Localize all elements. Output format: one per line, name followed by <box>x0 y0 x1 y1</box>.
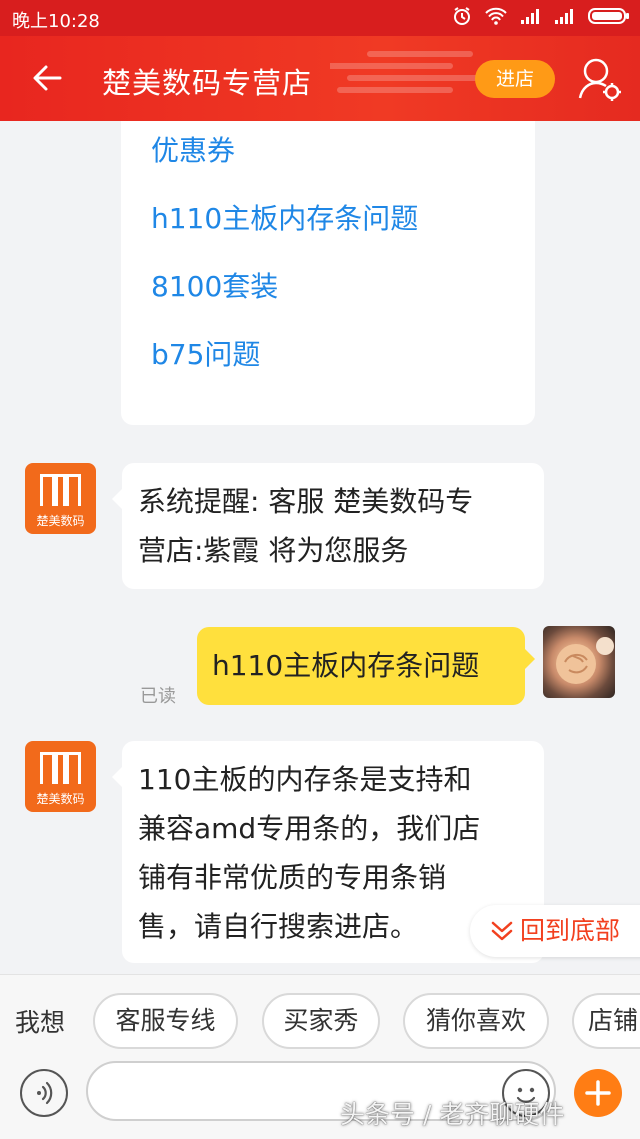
chip-guess-you-like[interactable]: 猜你喜欢 <box>403 993 549 1049</box>
back-arrow-icon[interactable] <box>30 58 70 98</box>
voice-icon <box>37 1081 53 1105</box>
user-avatar[interactable] <box>543 626 615 698</box>
alarm-icon <box>454 7 470 25</box>
shop-logo-icon <box>40 752 81 784</box>
quick-link-coupon[interactable]: 优惠券 <box>151 129 235 169</box>
reply-message-line: 铺有非常优质的专用条销 <box>138 861 447 894</box>
system-message-line: 营店:紫霞 将为您服务 <box>138 534 409 567</box>
wish-label: 我想 <box>15 1008 66 1037</box>
quick-question-card: 优惠券 h110主板内存条问题 8100套装 b75问题 <box>121 121 535 425</box>
user-message-bubble: h110主板内存条问题 <box>197 627 535 705</box>
quick-link-8100[interactable]: 8100套装 <box>151 265 278 305</box>
rose-photo <box>556 637 614 684</box>
read-status: 已读 <box>140 686 176 707</box>
reply-message-line: 兼容amd专用条的，我们店 <box>138 812 481 845</box>
double-chevron-down-icon <box>491 921 513 941</box>
shop-avatar[interactable]: 楚美数码 <box>25 741 96 812</box>
chip-buyer-show[interactable]: 买家秀 <box>262 993 380 1049</box>
shop-avatar[interactable]: 楚美数码 <box>25 463 96 534</box>
battery-icon <box>588 8 629 24</box>
watermark-text: 头条号 / 老齐聊硬件 <box>340 1100 565 1129</box>
voice-button[interactable] <box>20 1069 68 1117</box>
wifi-icon <box>485 7 507 25</box>
shop-avatar-brand: 楚美数码 <box>36 514 85 528</box>
decoration-pattern <box>330 51 490 93</box>
chat-area[interactable]: 优惠券 h110主板内存条问题 8100套装 b75问题 楚美数码 系统提醒: … <box>0 121 640 974</box>
quick-link-h110[interactable]: h110主板内存条问题 <box>151 197 418 237</box>
system-message-line: 系统提醒: 客服 楚美数码专 <box>138 485 474 518</box>
status-icons <box>452 6 630 26</box>
bottom-bar: 我想 客服专线 买家秀 猜你喜欢 店铺 头条号 / 老齐聊硬件 <box>0 974 640 1139</box>
enter-store-button[interactable]: 进店 <box>475 60 555 98</box>
customer-service-icon[interactable] <box>574 54 624 104</box>
user-message-text: h110主板内存条问题 <box>212 649 480 682</box>
header-bar: 楚美数码专营店 进店 <box>0 36 640 121</box>
status-time: 晚上10:28 <box>12 11 100 32</box>
quick-link-b75[interactable]: b75问题 <box>151 333 260 373</box>
chip-store[interactable]: 店铺 <box>572 993 640 1049</box>
system-message-bubble: 系统提醒: 客服 楚美数码专 营店:紫霞 将为您服务 <box>112 463 544 589</box>
back-to-bottom-label: 回到底部 <box>520 916 621 945</box>
back-to-bottom-button[interactable]: 回到底部 <box>470 905 640 957</box>
shop-title: 楚美数码专营店 <box>102 66 313 100</box>
shop-logo-icon <box>40 474 81 506</box>
more-button[interactable] <box>574 1069 622 1117</box>
signal-icon <box>521 9 539 24</box>
status-bar: 晚上10:28 <box>0 0 640 36</box>
plus-icon <box>585 1080 611 1106</box>
shop-avatar-brand: 楚美数码 <box>36 792 85 806</box>
chip-service-hotline[interactable]: 客服专线 <box>93 993 238 1049</box>
reply-message-line: 110主板的内存条是支持和 <box>138 763 472 796</box>
signal-icon-2 <box>555 9 573 24</box>
